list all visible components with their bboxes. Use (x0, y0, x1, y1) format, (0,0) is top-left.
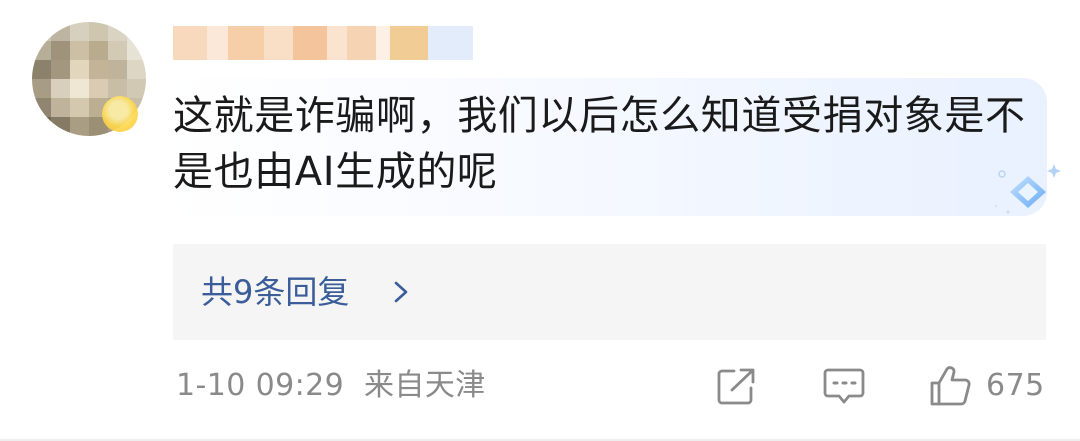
share-icon (717, 368, 755, 405)
comment-meta: 1-10 09:29 来自天津 (176, 364, 486, 408)
view-replies-button[interactable]: 共9条回复 (173, 244, 1046, 340)
timestamp: 1-10 09:29 (176, 368, 345, 403)
thumbs-up-icon (930, 366, 971, 406)
comment-icon (823, 368, 865, 404)
like-count: 675 (986, 368, 1045, 403)
ai-diamond-icon (994, 164, 1061, 214)
verified-badge-icon (102, 96, 138, 132)
replies-label: 共9条回复 (201, 273, 350, 311)
username[interactable] (173, 26, 473, 60)
location: 来自天津 (364, 368, 486, 403)
chevron-right-icon (394, 281, 408, 303)
comment-button[interactable] (822, 364, 866, 408)
share-button[interactable] (716, 364, 758, 408)
like-button[interactable]: 675 (928, 364, 1045, 408)
comment-text: 这就是诈骗啊，我们以后怎么知道受捐对象是不是也由AI生成的呢 (173, 93, 1026, 195)
